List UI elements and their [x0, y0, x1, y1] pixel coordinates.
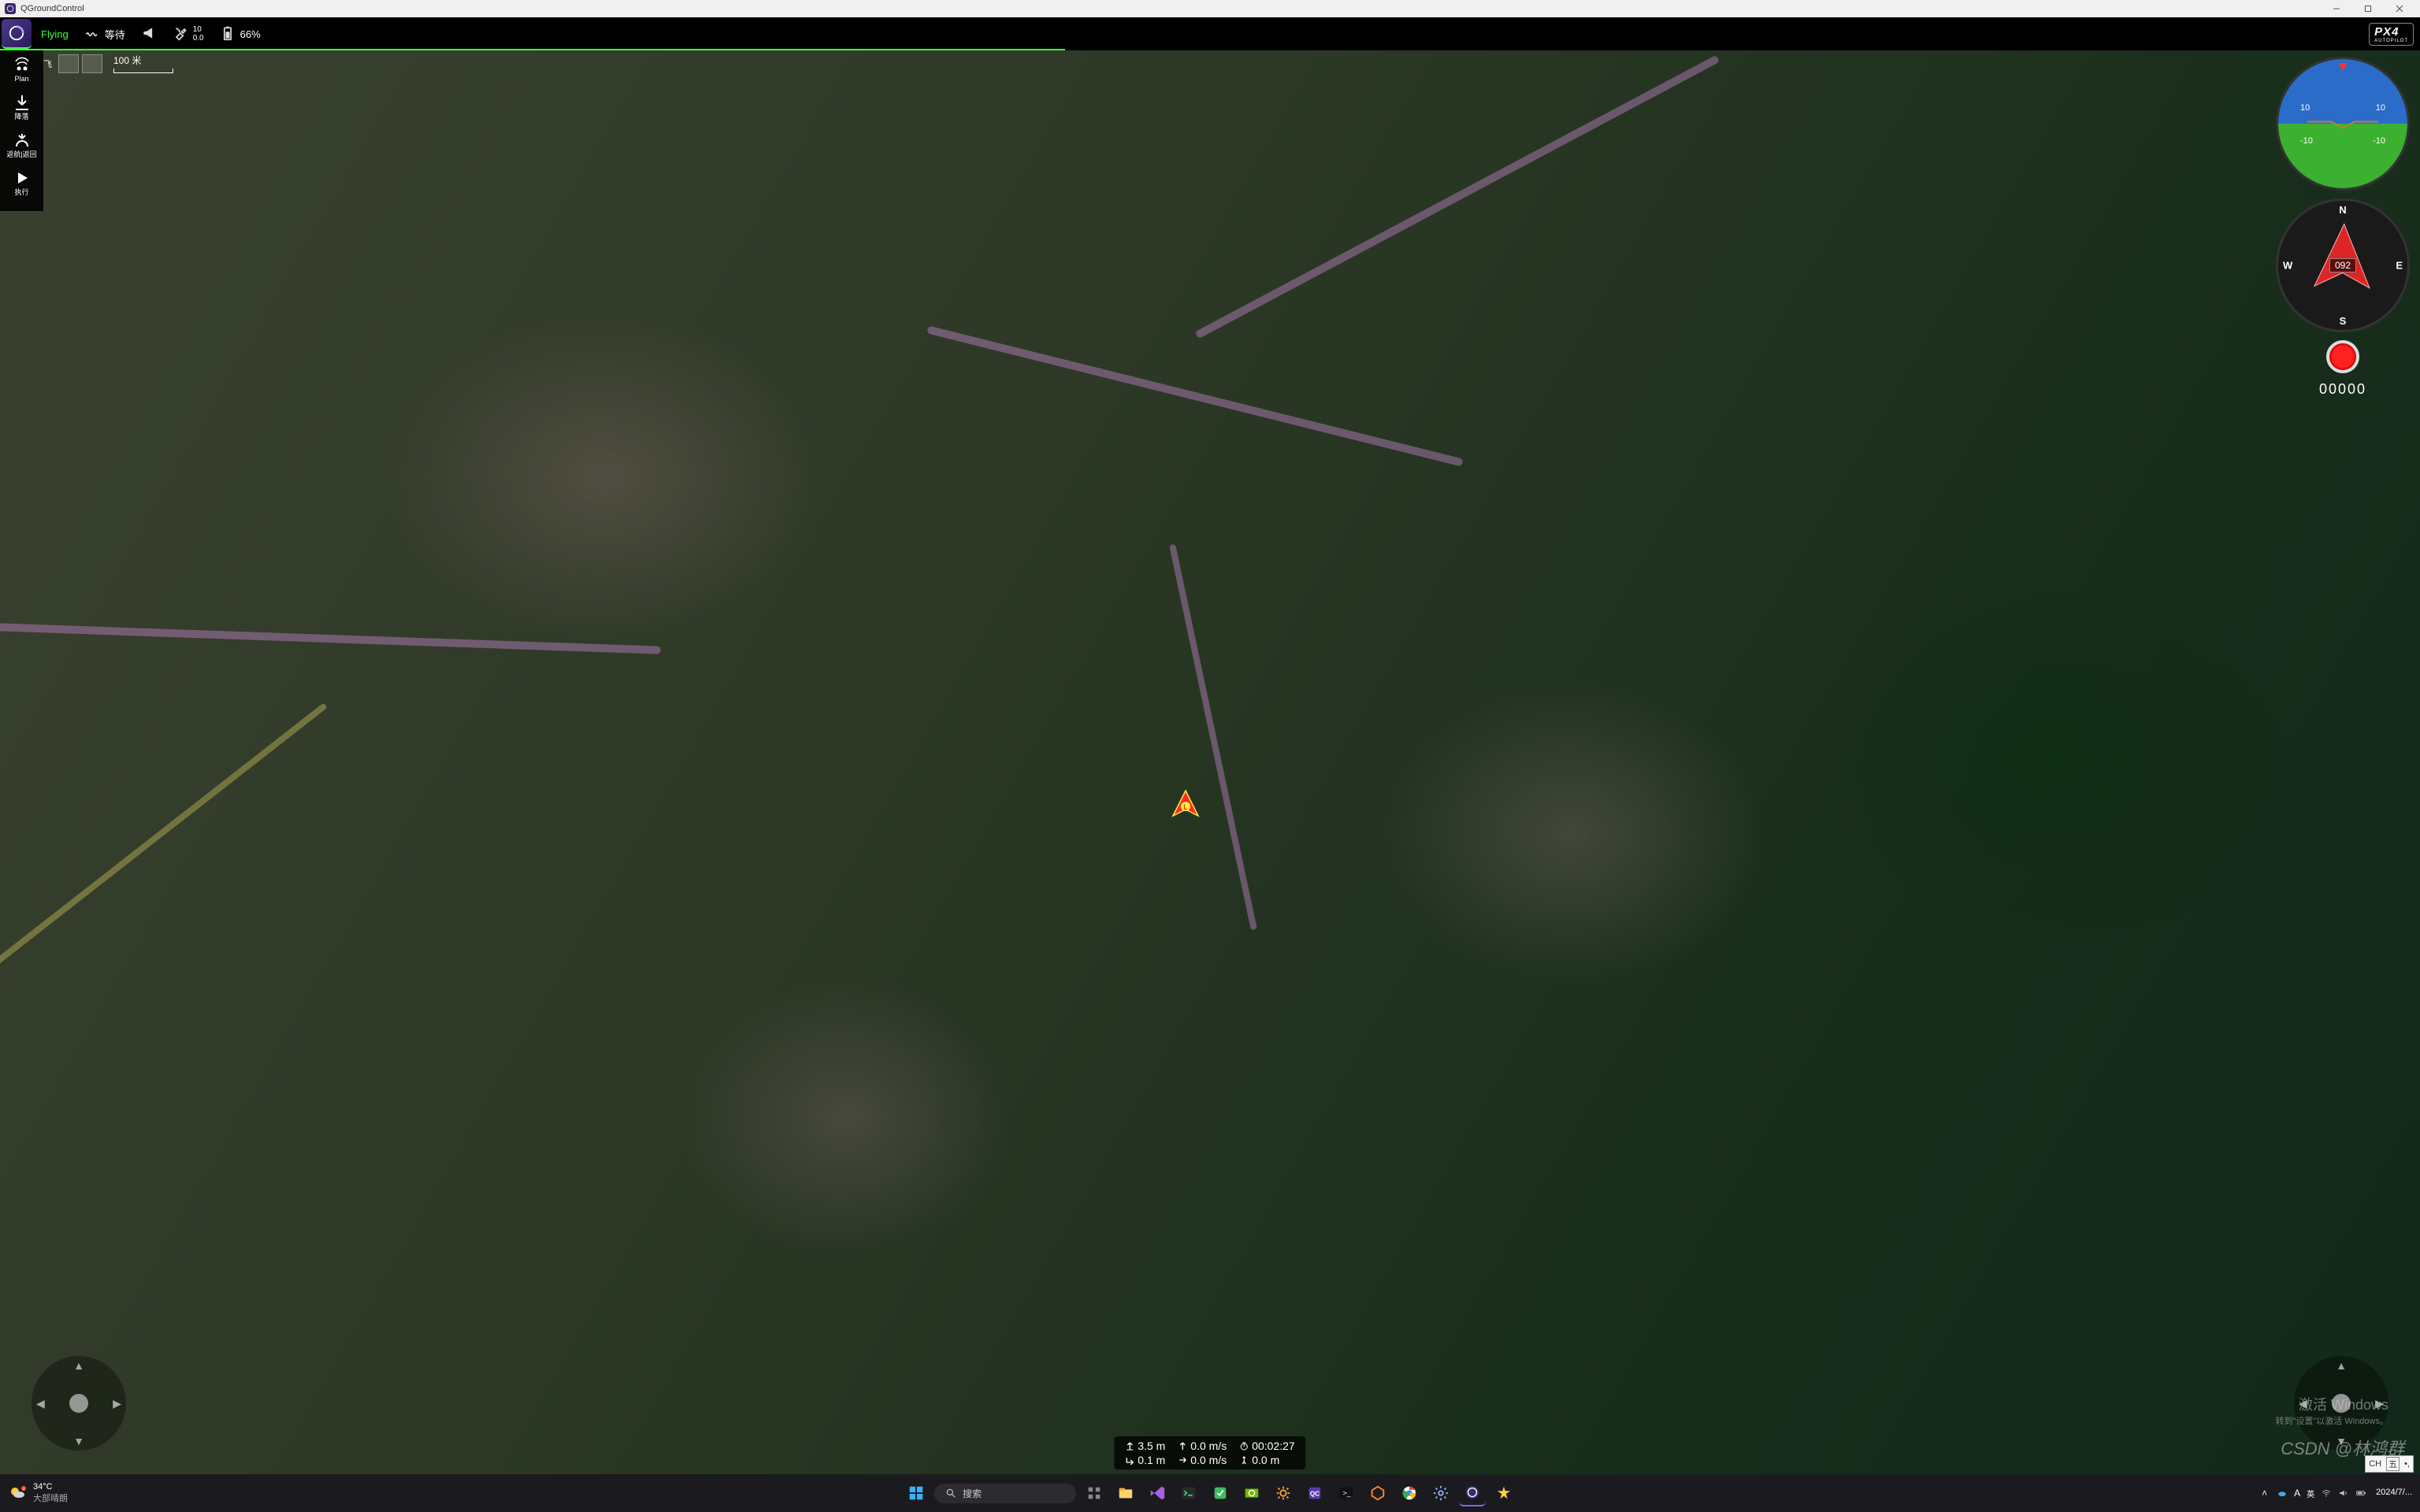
weather-temp: 34°C: [33, 1482, 68, 1492]
heading-distance-value: 0.0 m: [1239, 1454, 1279, 1466]
record-counter: 00000: [2319, 381, 2366, 398]
taskbar-app-nvidia[interactable]: [1238, 1480, 1265, 1506]
start-button[interactable]: [903, 1480, 930, 1506]
svg-text:QC: QC: [1310, 1491, 1319, 1498]
signal-icon: [84, 25, 100, 43]
flight-time-value: 00:02:27: [1239, 1440, 1295, 1452]
search-icon: [945, 1488, 956, 1499]
battery-status[interactable]: 66%: [212, 17, 269, 50]
taskbar-app-terminal[interactable]: [1175, 1480, 1202, 1506]
svg-text:L: L: [1184, 803, 1188, 811]
tray-chevron-icon[interactable]: ˄: [2262, 1488, 2267, 1499]
taskbar-app-gazebo[interactable]: [1364, 1480, 1391, 1506]
attitude-indicator[interactable]: 1010 -10-10: [2276, 57, 2410, 191]
heading-value: 092: [2329, 258, 2356, 272]
telemetry-bar[interactable]: 3.5 m 0.0 m/s 00:02:27 0.1 m 0.0 m/s 0.0…: [1114, 1436, 1305, 1469]
battery-tray-icon[interactable]: [2355, 1488, 2366, 1499]
vehicle-brand: PX4 AUTOPILOT: [2369, 23, 2414, 46]
map-view[interactable]: L Plan 降落 返航|返回 执行 飞 100 米: [0, 50, 2420, 1474]
taskbar-app-chrome[interactable]: [1396, 1480, 1423, 1506]
wifi-icon[interactable]: [2321, 1488, 2332, 1499]
svg-text:>_: >_: [1342, 1489, 1351, 1497]
sat-count: 10: [193, 25, 204, 34]
taskbar-app-settings[interactable]: [1427, 1480, 1454, 1506]
taskbar-app-qgc-alt[interactable]: QC: [1301, 1480, 1328, 1506]
compass-indicator[interactable]: N E S W 092: [2276, 198, 2410, 332]
flight-mode-indicator[interactable]: Flying: [33, 17, 76, 50]
taskbar-weather[interactable]: 1 34°C 大部晴朗: [8, 1482, 68, 1504]
gps-status[interactable]: 10 0.0: [165, 17, 212, 50]
taskbar-app-squares[interactable]: [1081, 1480, 1108, 1506]
battery-pct: 66%: [240, 28, 261, 40]
taskbar-app-qgc[interactable]: [1459, 1480, 1486, 1506]
windows-taskbar[interactable]: 1 34°C 大部晴朗 搜索 QC >_ ˄ A 英: [0, 1474, 2420, 1512]
taskbar-app-explorer[interactable]: [1112, 1480, 1139, 1506]
vehicle-marker[interactable]: L: [1170, 789, 1201, 821]
fly-label: 飞: [43, 57, 52, 70]
battery-icon: [220, 25, 236, 43]
instrument-panel: 1010 -10-10 N E S W 092 00000: [2272, 57, 2414, 398]
taskbar-app-star[interactable]: [1490, 1480, 1517, 1506]
megaphone-icon: [141, 25, 157, 43]
app-icon: [5, 3, 16, 14]
taskbar-app-gear[interactable]: [1270, 1480, 1297, 1506]
onedrive-icon[interactable]: [2277, 1488, 2288, 1499]
taskbar-app-generic[interactable]: [1207, 1480, 1234, 1506]
sat-hdop: 0.0: [193, 34, 204, 43]
language-indicator[interactable]: A: [2294, 1488, 2300, 1499]
taskbar-app-cmd[interactable]: >_: [1333, 1480, 1360, 1506]
taskbar-search[interactable]: 搜索: [934, 1484, 1076, 1503]
map-tool-button[interactable]: [82, 54, 102, 73]
hspeed-value: 0.0 m/s: [1178, 1454, 1227, 1466]
roll-pointer-icon: [2338, 61, 2348, 75]
windows-activation-watermark: 激活 Windows 转到"设置"以激活 Windows。: [2276, 1394, 2389, 1427]
fly-tool-strip: Plan 降落 返航|返回 执行: [0, 50, 43, 211]
map-satellite-layer: [0, 50, 2420, 1474]
window-close-button[interactable]: [2384, 0, 2415, 17]
altitude-value: 3.5 m: [1125, 1440, 1165, 1452]
rtl-button[interactable]: 返航|返回: [6, 131, 36, 159]
aircraft-symbol-icon: [2303, 114, 2382, 134]
map-tool-button[interactable]: [58, 54, 79, 73]
volume-icon[interactable]: [2338, 1488, 2349, 1499]
map-scale: 100 米: [113, 54, 173, 73]
arm-status[interactable]: 等待: [76, 17, 133, 50]
virtual-joystick-left[interactable]: ▲▼◀▶: [32, 1356, 126, 1451]
record-button[interactable]: [2326, 340, 2359, 373]
taskbar-clock[interactable]: 2024/7/...: [2376, 1488, 2412, 1498]
vspeed-value: 0.0 m/s: [1178, 1440, 1227, 1452]
rc-status[interactable]: [133, 17, 165, 50]
app-toolbar: Flying 等待 10 0.0 66% PX4 AUTOPILOT: [0, 17, 2420, 50]
weather-icon: 1: [8, 1484, 27, 1503]
distance-value: 0.1 m: [1125, 1454, 1165, 1466]
taskbar-app-vs[interactable]: [1144, 1480, 1171, 1506]
window-minimize-button[interactable]: [2321, 0, 2352, 17]
qgc-logo-button[interactable]: [2, 19, 32, 49]
action-button[interactable]: 执行: [13, 169, 32, 197]
system-tray[interactable]: A 英: [2277, 1488, 2366, 1499]
land-button[interactable]: 降落: [13, 93, 32, 121]
weather-desc: 大部晴朗: [33, 1492, 68, 1504]
ime-toolbar[interactable]: CH 五 •,: [2365, 1455, 2414, 1473]
window-titlebar: QGroundControl: [0, 0, 2420, 17]
ime-indicator[interactable]: 英: [2307, 1488, 2314, 1499]
window-title: QGroundControl: [20, 4, 84, 13]
window-maximize-button[interactable]: [2352, 0, 2384, 17]
plan-button[interactable]: Plan: [13, 55, 32, 83]
satellite-icon: [173, 25, 188, 43]
